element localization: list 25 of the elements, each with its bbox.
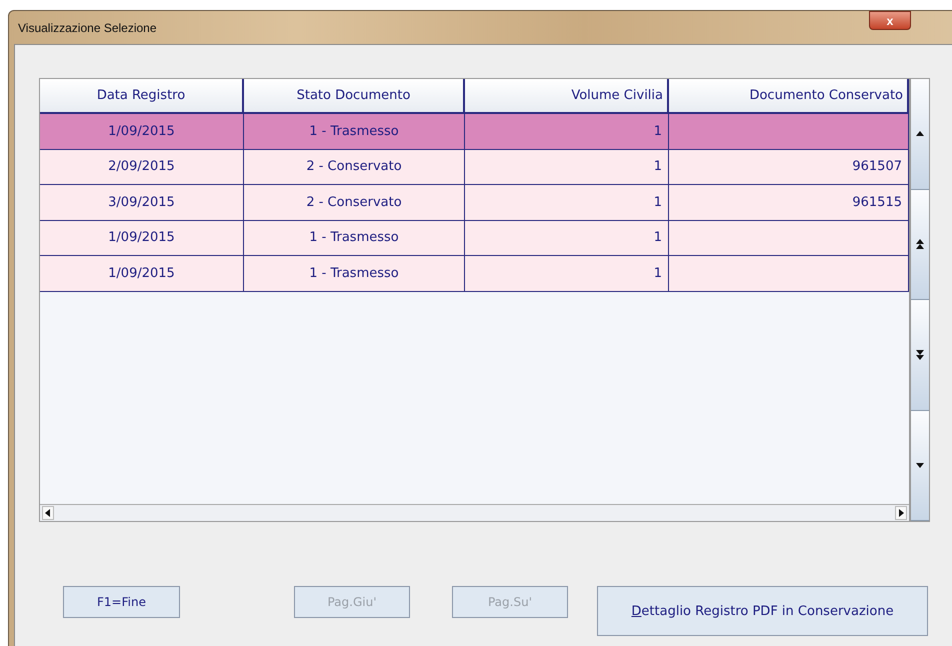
action-button[interactable]: Dettaglio Registro PDF in Conservazione — [597, 586, 928, 636]
scroll-right-icon[interactable] — [895, 506, 908, 520]
close-button[interactable]: x — [869, 11, 911, 30]
double-arrow-up-icon — [916, 239, 924, 250]
table-row[interactable]: 1/09/2015 1 - Trasmesso 1 — [40, 114, 910, 150]
column-header[interactable]: Documento Conservato — [669, 79, 909, 114]
table-row[interactable]: 2/09/2015 2 - Conservato 1 961507 — [40, 150, 910, 185]
double-arrow-down-icon — [916, 350, 924, 360]
table-row[interactable]: 1/09/2015 1 - Trasmesso 1 — [40, 256, 910, 292]
table-cell: 1 - Trasmesso — [244, 256, 465, 292]
table-cell: 1/09/2015 — [40, 256, 244, 292]
table-row[interactable]: 3/09/2015 2 - Conservato 1 961515 — [40, 185, 910, 220]
window-title: Visualizzazione Selezione — [18, 20, 157, 34]
arrow-down-icon — [916, 462, 924, 468]
arrow-up-icon — [916, 131, 924, 136]
scroll-button[interactable] — [911, 190, 929, 300]
scroll-button[interactable] — [911, 300, 929, 410]
horizontal-scrollbar[interactable] — [40, 504, 910, 521]
column-header[interactable]: Data Registro — [40, 79, 244, 114]
scroll-left-icon[interactable] — [42, 506, 54, 520]
table-row[interactable]: 1/09/2015 1 - Trasmesso 1 — [40, 220, 910, 256]
table-cell: 1 — [465, 256, 669, 292]
column-header[interactable]: Volume Civilia — [465, 79, 669, 114]
column-header[interactable]: Stato Documento — [244, 79, 465, 114]
action-button[interactable]: F1=Fine — [63, 586, 180, 618]
